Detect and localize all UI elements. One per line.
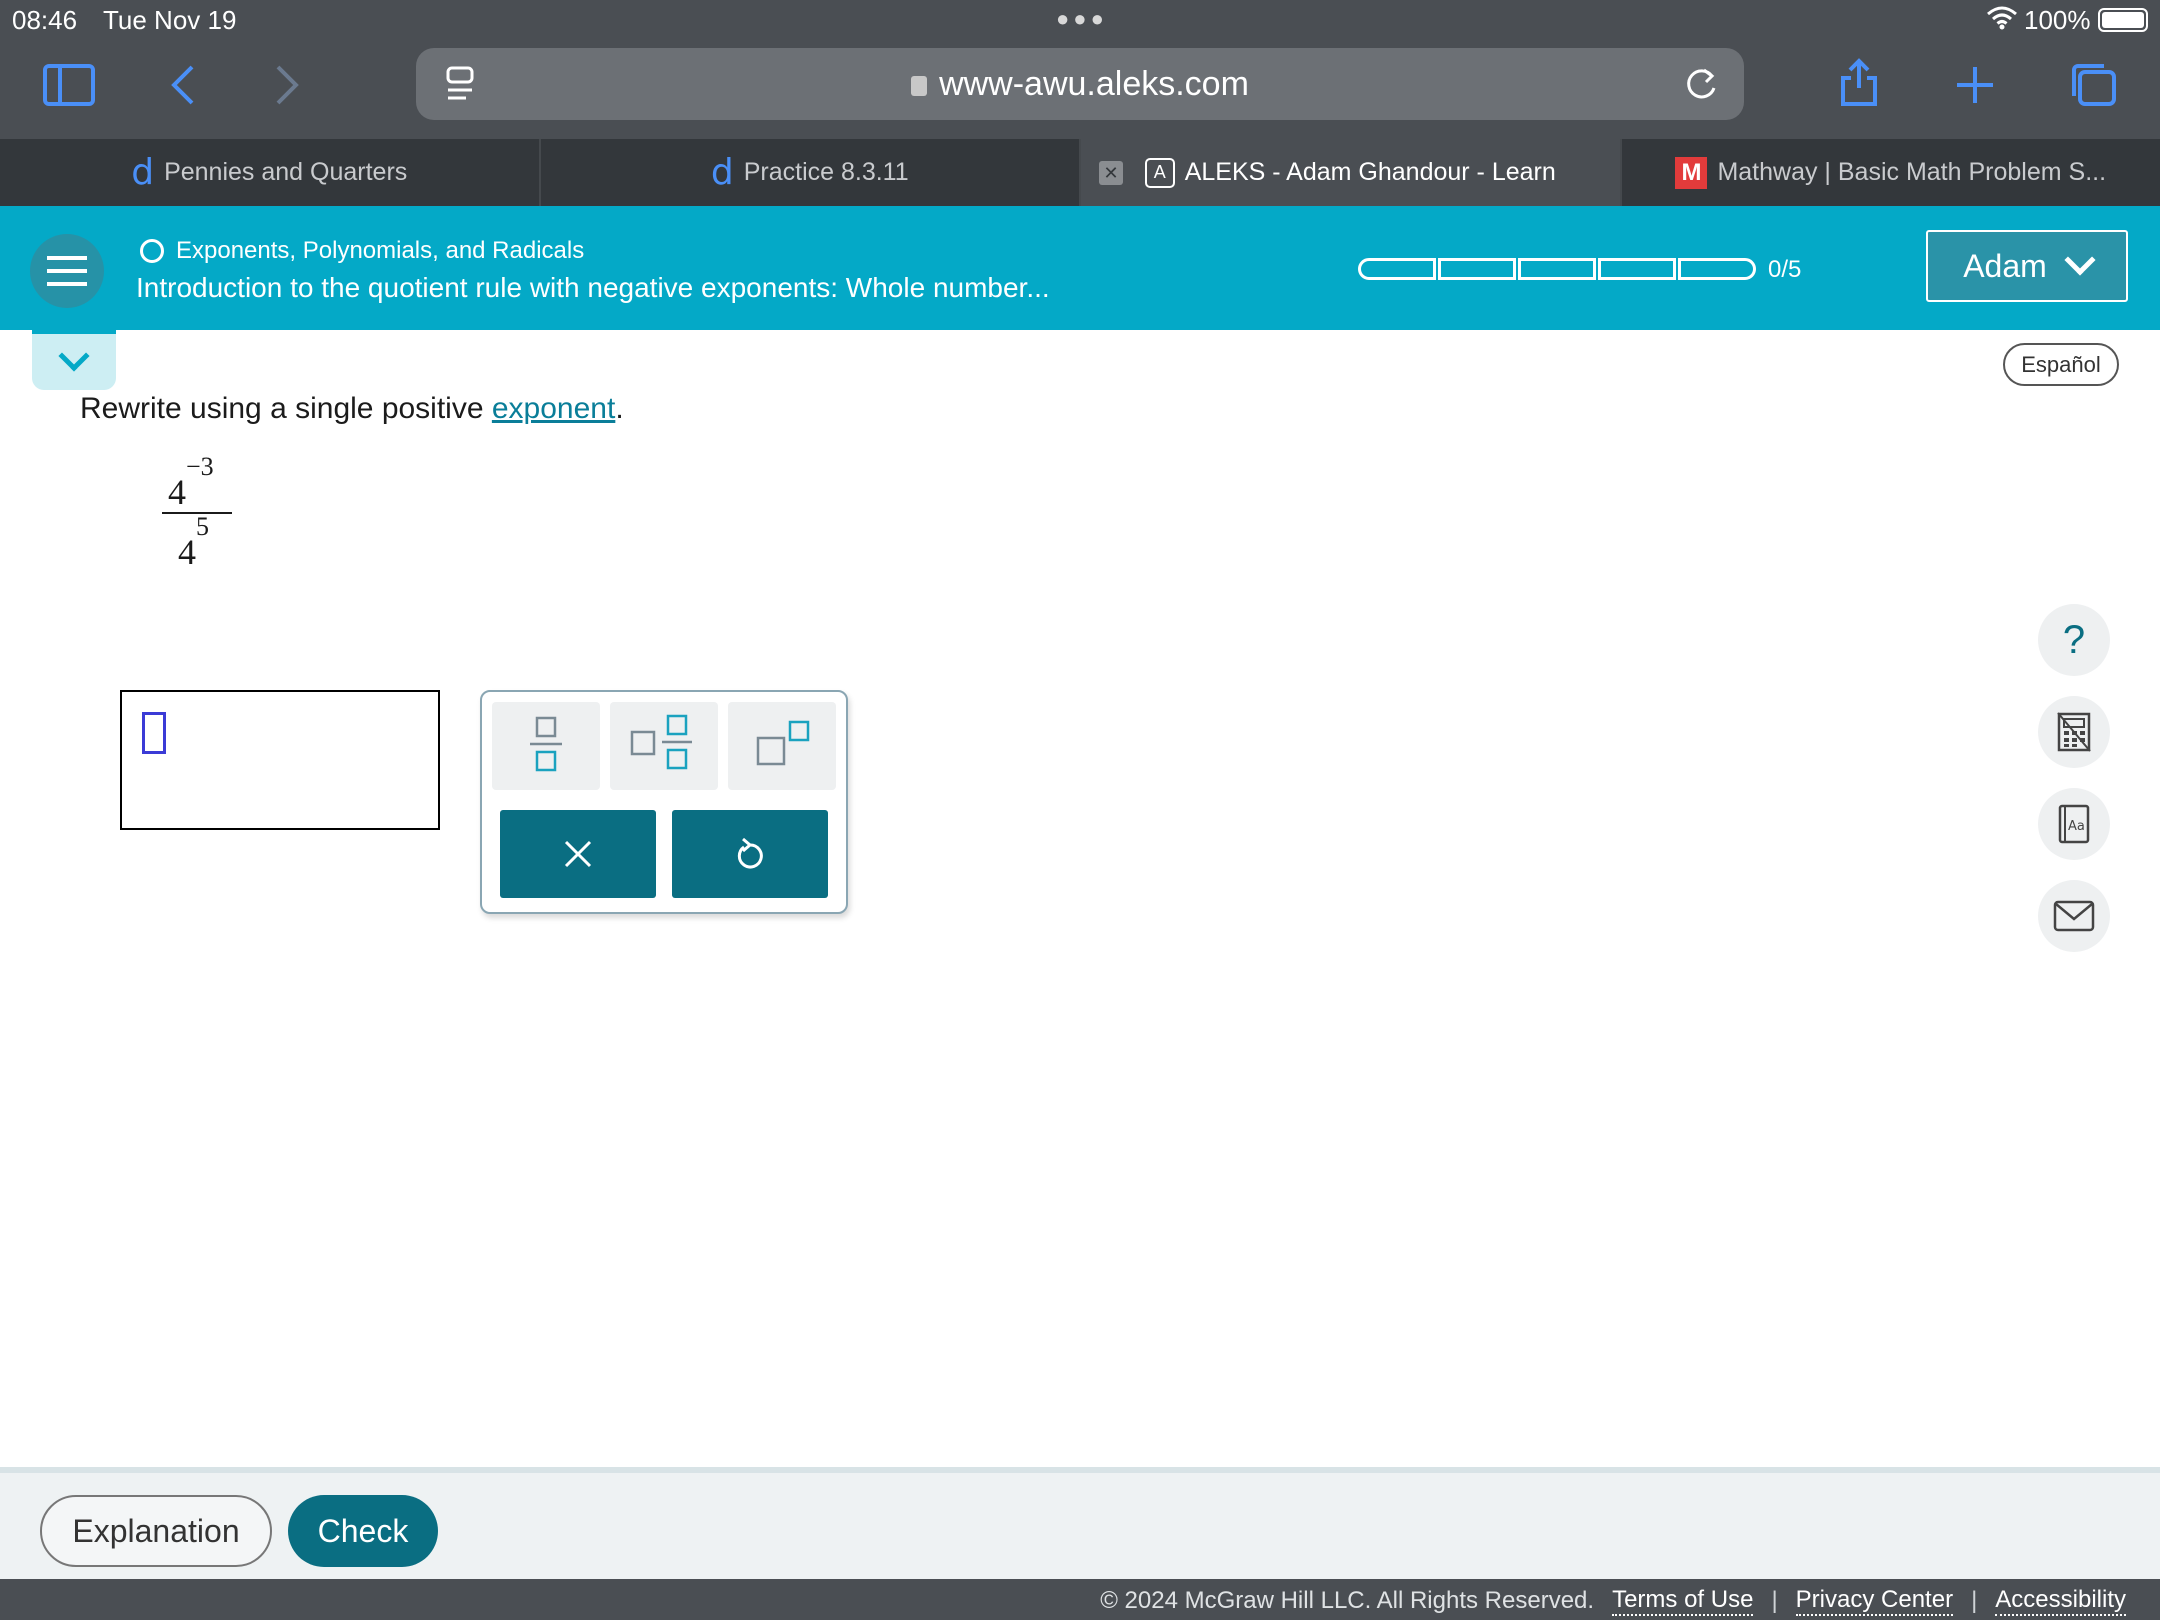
numerator-base: 4 — [168, 472, 186, 512]
undo-icon — [737, 837, 763, 869]
tab-pennies-and-quarters[interactable]: d Pennies and Quarters — [0, 139, 541, 206]
exponent-link[interactable]: exponent — [492, 392, 615, 425]
footer-separator: | — [1771, 1587, 1778, 1614]
share-icon[interactable] — [1832, 56, 1886, 110]
user-menu-button[interactable]: Adam — [1926, 230, 2128, 302]
tab-label: Mathway | Basic Math Problem S... — [1717, 158, 2107, 186]
wifi-icon — [1987, 6, 2017, 30]
chevron-down-icon — [58, 340, 90, 372]
privacy-link[interactable]: Privacy Center — [1795, 1586, 1954, 1616]
chevron-down-icon — [2064, 244, 2096, 276]
lesson-title: Introduction to the quotient rule with n… — [136, 272, 1050, 303]
fraction-icon — [530, 716, 562, 772]
hamburger-menu-icon[interactable] — [30, 234, 104, 308]
denominator-exponent: 5 — [196, 512, 209, 541]
progress-segment — [1678, 258, 1756, 280]
tab-practice[interactable]: d Practice 8.3.11 — [541, 139, 1081, 206]
status-time: 08:46 — [12, 5, 78, 35]
numerator-exponent: −3 — [186, 452, 214, 481]
calculator-icon — [2057, 712, 2091, 752]
tab-bar: d Pennies and Quarters d Practice 8.3.11… — [0, 139, 2160, 206]
denominator-base: 4 — [178, 532, 196, 572]
terms-link[interactable]: Terms of Use — [1612, 1586, 1754, 1616]
close-tab-icon[interactable]: ✕ — [1099, 161, 1123, 185]
mixed-number-button[interactable] — [610, 702, 718, 790]
topic-link[interactable]: Exponents, Polynomials, and Radicals — [140, 237, 584, 265]
denominator: 45 — [178, 512, 209, 573]
undo-button[interactable] — [672, 810, 828, 898]
status-bar: 08:46 Tue Nov 19 ●●● 100% — [0, 0, 2160, 40]
math-palette — [480, 690, 848, 914]
bottom-bar: Explanation Check — [0, 1467, 2160, 1579]
multitasking-dots-icon[interactable]: ●●● — [1056, 6, 1108, 32]
input-cursor — [142, 712, 166, 754]
mail-icon — [2053, 900, 2095, 932]
dictionary-icon: Aa — [2058, 804, 2090, 844]
topic-title: Exponents, Polynomials, and Radicals — [176, 237, 585, 264]
d-favicon-icon: d — [131, 151, 155, 193]
tab-label: Pennies and Quarters — [164, 158, 408, 186]
user-name: Adam — [1963, 247, 2047, 284]
tab-mathway[interactable]: M Mathway | Basic Math Problem S... — [1622, 139, 2160, 206]
d-favicon-icon: d — [710, 151, 734, 193]
new-tab-icon[interactable] — [1948, 58, 2002, 112]
dictionary-button[interactable]: Aa — [2038, 788, 2110, 860]
progress-segment — [1598, 258, 1676, 280]
calculator-button[interactable] — [2038, 696, 2110, 768]
progress-count: 0/5 — [1768, 256, 1802, 283]
tab-label: Practice 8.3.11 — [743, 158, 909, 186]
mathway-favicon-icon: M — [1675, 156, 1708, 189]
aleks-header: Exponents, Polynomials, and Radicals Int… — [0, 206, 2160, 330]
progress-bar — [1358, 258, 1756, 280]
tab-aleks[interactable]: ✕ A ALEKS - Adam Ghandour - Learn — [1081, 139, 1622, 206]
reload-icon[interactable] — [1684, 64, 1720, 104]
tabs-overview-icon[interactable] — [2066, 58, 2120, 112]
close-icon — [564, 840, 592, 868]
topic-status-icon — [140, 239, 164, 263]
answer-input[interactable] — [120, 690, 440, 830]
espanol-button[interactable]: Español — [2003, 343, 2119, 386]
url-text: www-awu.aleks.com — [939, 65, 1249, 103]
progress-segment — [1518, 258, 1596, 280]
tab-label: ALEKS - Adam Ghandour - Learn — [1184, 158, 1556, 186]
check-button[interactable]: Check — [288, 1495, 438, 1567]
svg-text:Aa: Aa — [2068, 819, 2085, 834]
footer-separator: | — [1971, 1587, 1978, 1614]
forward-icon[interactable] — [260, 58, 314, 112]
browser-chrome: 08:46 Tue Nov 19 ●●● 100% www-awu.aleks.… — [0, 0, 2160, 139]
status-date: Tue Nov 19 — [103, 5, 237, 35]
fraction-button[interactable] — [492, 702, 600, 790]
progress-segment — [1438, 258, 1516, 280]
prompt-text: Rewrite using a single positive — [80, 392, 492, 425]
aleks-favicon-icon: A — [1144, 157, 1175, 188]
address-bar[interactable]: www-awu.aleks.com — [416, 48, 1744, 120]
battery-percent: 100% — [2024, 5, 2091, 35]
exponent-button[interactable] — [728, 702, 836, 790]
progress-segment — [1358, 258, 1436, 280]
question-prompt: Rewrite using a single positive exponent… — [80, 392, 624, 426]
numerator: 4−3 — [168, 452, 214, 513]
back-icon[interactable] — [156, 58, 210, 112]
clear-button[interactable] — [500, 810, 656, 898]
accessibility-link[interactable]: Accessibility — [1995, 1586, 2126, 1616]
footer: © 2024 McGraw Hill LLC. All Rights Reser… — [0, 1579, 2160, 1620]
mixed-number-icon — [630, 714, 692, 770]
prompt-period: . — [615, 392, 624, 425]
message-button[interactable] — [2038, 880, 2110, 952]
help-button[interactable]: ? — [2038, 604, 2110, 676]
copyright-text: © 2024 McGraw Hill LLC. All Rights Reser… — [1100, 1587, 1595, 1614]
lock-icon — [911, 76, 928, 96]
explanation-button[interactable]: Explanation — [40, 1495, 272, 1567]
collapse-header-button[interactable] — [32, 330, 116, 390]
sidebar-icon[interactable] — [42, 58, 96, 112]
exponent-icon — [756, 720, 810, 766]
help-icon: ? — [2062, 617, 2086, 662]
battery-icon — [2098, 8, 2148, 32]
